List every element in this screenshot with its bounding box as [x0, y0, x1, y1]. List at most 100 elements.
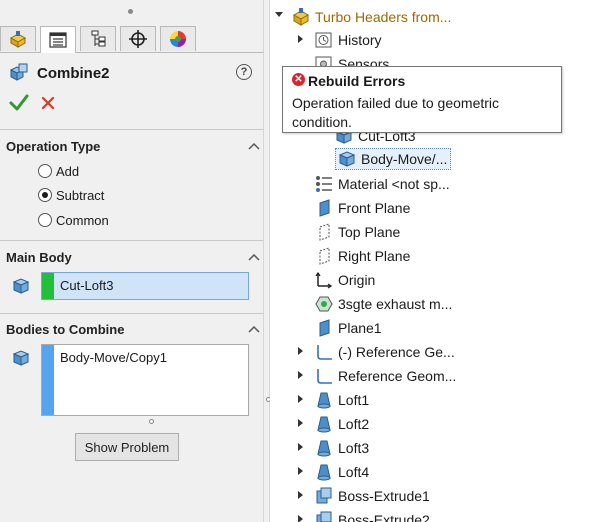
loft-icon	[317, 464, 331, 481]
list-item[interactable]: Body-Move/Copy1	[60, 350, 167, 365]
tree-item-exhaust-part[interactable]: 3sgte exhaust m...	[315, 293, 452, 315]
radio-common-label: Common	[56, 212, 109, 228]
close-icon	[41, 96, 55, 110]
tree-item-label: Loft1	[338, 392, 370, 408]
tree-item-label: Loft3	[338, 440, 370, 456]
tab-dimxpert-manager[interactable]	[120, 26, 156, 51]
radio-add[interactable]: Add	[38, 161, 79, 181]
tree-item-top-plane[interactable]: Top Plane	[315, 221, 400, 243]
ref-geom-minus-expander[interactable]	[298, 347, 303, 355]
plane-icon	[319, 319, 330, 337]
tab-feature-manager[interactable]	[0, 26, 36, 51]
loft-icon	[317, 392, 331, 409]
collapse-bodies-chevron-icon[interactable]	[248, 324, 260, 334]
radio-add-label: Add	[56, 163, 80, 179]
help-icon: ?	[240, 66, 248, 78]
tree-item-body-move[interactable]: Body-Move/...	[335, 148, 452, 170]
tree-item-loft4[interactable]: Loft4	[315, 461, 369, 483]
tree-item-label: Top Plane	[338, 224, 401, 240]
reference-geometry-icon	[317, 369, 332, 384]
material-icon	[316, 176, 332, 192]
list-resize-handle[interactable]	[149, 419, 154, 424]
tree-item-loft3[interactable]: Loft3	[315, 437, 369, 459]
configuration-manager-icon	[91, 30, 106, 47]
bodies-color-swatch	[42, 345, 54, 415]
collapse-operation-type-chevron-icon[interactable]	[248, 141, 260, 151]
radio-common[interactable]: Common	[38, 210, 109, 230]
manager-tab-strip	[0, 26, 263, 53]
plane-outline-icon	[319, 223, 330, 241]
main-body-selection-field[interactable]: Cut-Loft3	[41, 272, 249, 300]
ok-button[interactable]	[8, 92, 30, 114]
feature-header: Combine2	[0, 58, 263, 88]
tree-root-expander[interactable]	[275, 12, 283, 17]
section-divider	[0, 129, 263, 130]
cancel-button[interactable]	[40, 95, 56, 111]
error-icon: ✕	[292, 73, 305, 86]
loft1-expander[interactable]	[298, 395, 303, 403]
history-icon	[315, 32, 332, 48]
main-body-title: Main Body	[6, 250, 72, 265]
panel-grip-handle[interactable]	[128, 9, 133, 14]
imported-part-icon	[315, 296, 333, 312]
tree-item-label: Plane1	[338, 320, 382, 336]
property-manager-panel: Combine2 ? Operation Type Add Subtract C…	[0, 0, 263, 522]
tree-root[interactable]: Turbo Headers from...	[292, 6, 451, 28]
tree-item-label: Boss-Extrude2	[338, 512, 430, 522]
feature-title: Combine2	[37, 65, 110, 82]
tree-item-label: Front Plane	[338, 200, 411, 216]
tree-item-origin[interactable]: Origin	[315, 269, 375, 291]
radio-add-circle[interactable]	[38, 164, 52, 178]
tree-item-label: Body-Move/...	[361, 151, 448, 167]
rebuild-errors-tooltip: ✕ Rebuild Errors Operation failed due to…	[282, 66, 562, 133]
history-expander[interactable]	[298, 35, 303, 43]
loft2-expander[interactable]	[298, 419, 303, 427]
tree-item-reference-geometry-minus[interactable]: (-) Reference Ge...	[315, 341, 455, 363]
tree-item-front-plane[interactable]: Front Plane	[315, 197, 410, 219]
tab-property-manager[interactable]	[40, 26, 76, 53]
tree-item-loft1[interactable]: Loft1	[315, 389, 369, 411]
reference-geometry-icon	[317, 345, 332, 360]
plane-outline-icon	[319, 247, 330, 265]
help-button[interactable]: ?	[236, 64, 252, 80]
bodies-to-combine-list[interactable]: Body-Move/Copy1	[41, 344, 249, 416]
tab-configuration-manager[interactable]	[80, 26, 116, 51]
section-divider	[0, 313, 263, 314]
origin-icon	[315, 271, 333, 289]
tree-item-label: Loft2	[338, 416, 370, 432]
tree-item-reference-geometry[interactable]: Reference Geom...	[315, 365, 456, 387]
tree-item-material[interactable]: Material <not sp...	[315, 173, 450, 195]
tab-display-manager[interactable]	[160, 26, 196, 51]
display-manager-icon	[170, 31, 186, 47]
radio-subtract[interactable]: Subtract	[38, 185, 104, 205]
tree-item-loft2[interactable]: Loft2	[315, 413, 369, 435]
boss-extrude2-expander[interactable]	[298, 515, 303, 522]
ref-geom-expander[interactable]	[298, 371, 303, 379]
tree-item-label: Material <not sp...	[338, 176, 450, 192]
property-manager-icon	[49, 32, 67, 48]
collapse-main-body-chevron-icon[interactable]	[248, 252, 260, 262]
checkmark-icon	[9, 94, 29, 111]
tree-item-boss-extrude2[interactable]: Boss-Extrude2	[315, 509, 430, 522]
boss-extrude-icon	[316, 511, 332, 522]
radio-common-circle[interactable]	[38, 213, 52, 227]
feature-manager-icon	[9, 31, 27, 48]
tree-item-label: History	[338, 32, 382, 48]
tree-item-label: Loft4	[338, 464, 370, 480]
solid-body-icon	[12, 278, 30, 294]
panel-splitter[interactable]	[263, 0, 271, 522]
tree-item-history[interactable]: History	[315, 29, 382, 51]
tree-item-boss-extrude1[interactable]: Boss-Extrude1	[315, 485, 430, 507]
tree-item-right-plane[interactable]: Right Plane	[315, 245, 410, 267]
tree-item-label: (-) Reference Ge...	[338, 344, 455, 360]
boss-extrude1-expander[interactable]	[298, 491, 303, 499]
boss-extrude-icon	[316, 487, 332, 504]
tooltip-message: Operation failed due to geometric condit…	[292, 95, 500, 130]
combine-feature-icon	[9, 63, 28, 81]
loft3-expander[interactable]	[298, 443, 303, 451]
radio-subtract-circle[interactable]	[38, 188, 52, 202]
show-problem-button[interactable]: Show Problem	[75, 433, 179, 461]
dimxpert-icon	[129, 30, 147, 48]
tree-item-plane1[interactable]: Plane1	[315, 317, 382, 339]
loft4-expander[interactable]	[298, 467, 303, 475]
